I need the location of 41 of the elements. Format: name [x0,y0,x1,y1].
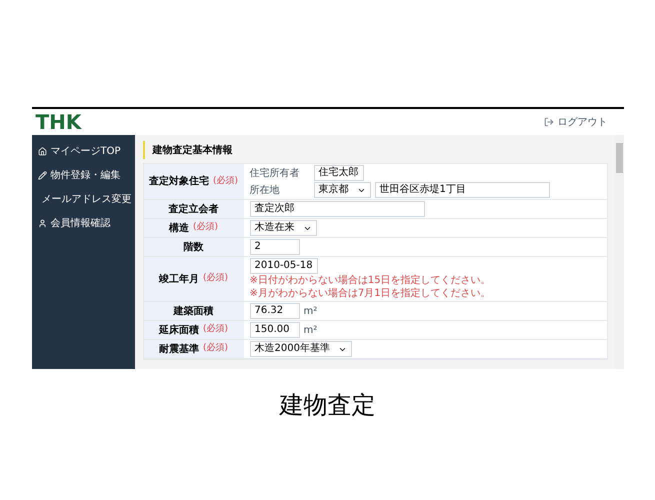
unit-label: m² [304,304,318,318]
form-label: 竣工年月 [158,272,199,286]
input-field[interactable]: 世田谷区赤堤1丁目 [374,182,550,198]
sidebar-item[interactable]: 物件登録・編集 [32,163,134,187]
required-tag: (必須) [202,272,228,286]
home-icon [38,146,46,156]
field-caption: 住宅所有者 [250,166,300,180]
logout-link[interactable]: ログアウト [558,114,608,130]
note-text: ※月がわからない場合は7月1日を指定してください。 [250,288,491,300]
sidebar-item[interactable]: 会員情報確認 [32,211,134,235]
form-label: 構造 [168,222,189,236]
form-label: 建築面積 [174,304,214,318]
unit-label: m² [304,324,318,338]
logo[interactable]: THK [36,112,82,132]
input-field[interactable]: 住宅太郎 [314,165,364,181]
input-field[interactable]: 2 [250,239,300,255]
input-field[interactable]: 査定次郎 [250,201,424,217]
sidebar-item[interactable]: メールアドレス変更 [32,187,134,211]
form-label: 査定対象住宅 [148,174,209,189]
form-label: 耐震基準 [158,342,199,356]
input-field[interactable]: 76.32 [250,303,300,319]
section-title: 建物査定基本情報 [152,143,232,158]
note-text: ※日付がわからない場合は15日を指定してください。 [250,275,491,287]
logout-icon[interactable] [544,117,554,127]
caption-text: 建物査定 [280,390,376,421]
required-tag: (必須) [202,323,228,337]
form-label: 延床面積 [158,323,199,338]
select-field[interactable]: 東京都 [314,182,370,198]
input-field[interactable]: 150.00 [250,322,300,338]
select-field[interactable]: 木造2000年基準 [250,341,352,357]
select-field[interactable]: 木造在来 [250,220,316,236]
sidebar-item[interactable]: マイページTOP [32,139,134,163]
user-icon [38,218,46,228]
form-label: 階数 [184,240,204,254]
form-label: 査定立会者 [168,202,218,216]
input-field[interactable]: 2010-05-18 [250,258,318,274]
required-tag: (必須) [192,221,218,235]
field-caption: 所在地 [250,184,280,198]
required-tag: (必須) [202,342,228,356]
required-tag: (必須) [212,174,238,188]
pencil-icon [38,170,46,180]
